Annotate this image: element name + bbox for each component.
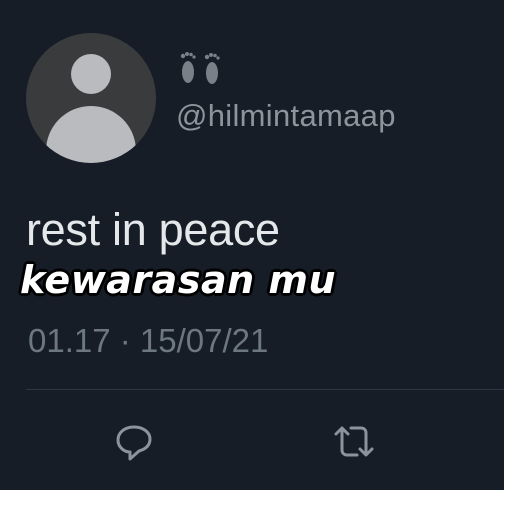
reply-button[interactable] [110,418,158,466]
meme-caption: kewarasan mu [20,258,337,302]
footprints-icon [180,52,220,84]
retweet-button[interactable] [330,418,378,466]
tweet-text: rest in peace [26,204,280,255]
tweet-timestamp[interactable]: 01.17 · 15/07/21 [28,322,268,360]
reply-icon [116,425,152,461]
divider [26,389,504,390]
tweet-card: @hilmintamaap rest in peace kewarasan mu… [0,0,504,490]
user-handle[interactable]: @hilmintamaap [176,98,396,134]
avatar-head [71,54,111,94]
retweet-icon [334,426,374,457]
avatar[interactable] [26,33,156,163]
avatar-body [46,106,136,163]
